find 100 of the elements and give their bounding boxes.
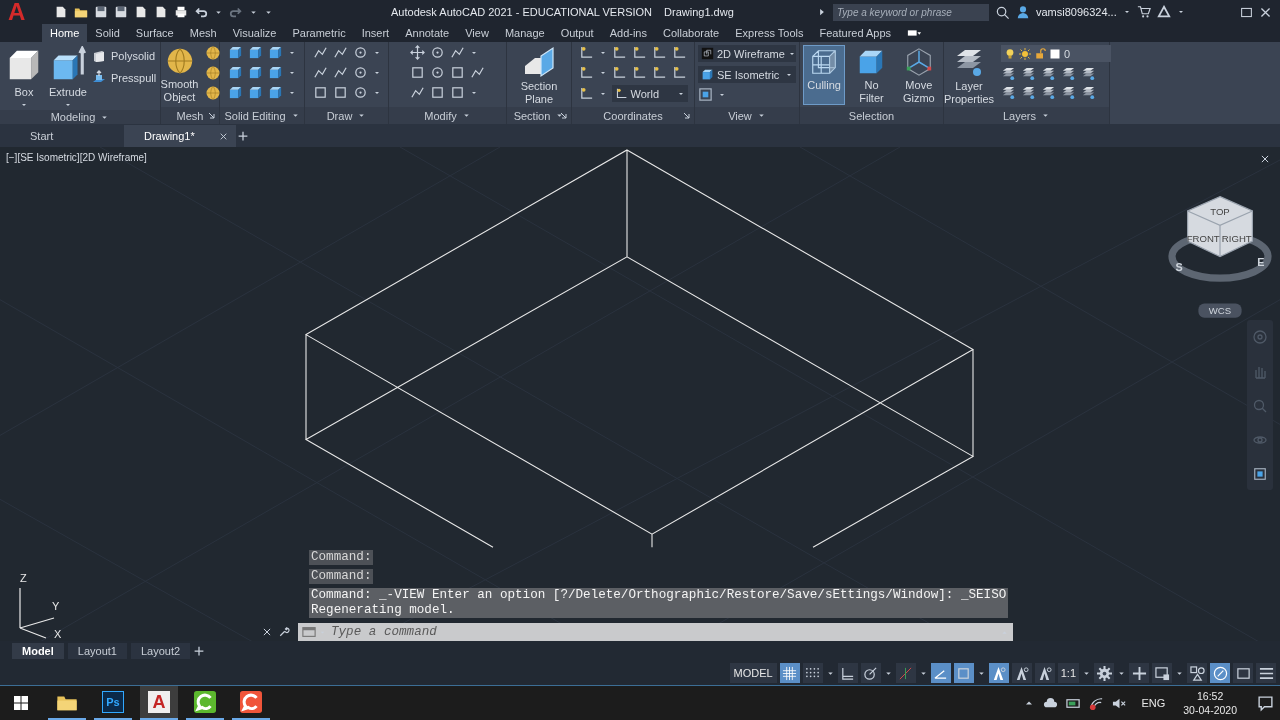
layers-icon[interactable]	[1061, 85, 1077, 100]
command-bar[interactable]: Type a command	[298, 623, 1013, 641]
ribbon-tab[interactable]: Collaborate	[654, 24, 728, 42]
layout-tab[interactable]: Layout2	[130, 643, 191, 659]
cube-icon[interactable]	[268, 65, 283, 80]
polyline-icon[interactable]	[470, 65, 485, 80]
layers-icon[interactable]	[1021, 66, 1037, 81]
color-swatch-icon[interactable]	[1049, 47, 1062, 60]
language-indicator[interactable]: ENG	[1141, 697, 1166, 709]
layer-dropdown[interactable]: 0	[1001, 45, 1112, 62]
cube-icon[interactable]	[228, 65, 243, 80]
camtasia-icon[interactable]	[194, 691, 216, 713]
viewport-icon[interactable]	[698, 87, 713, 102]
plus-icon[interactable]	[194, 646, 205, 656]
ribbon-button[interactable]: Move Gizmo	[897, 45, 940, 105]
axes-icon[interactable]	[614, 87, 628, 100]
ribbon-tab[interactable]: Parametric	[284, 24, 354, 42]
lock-icon[interactable]	[1034, 47, 1047, 60]
circle-icon[interactable]	[352, 65, 368, 80]
square-icon[interactable]	[450, 65, 465, 80]
search-field[interactable]: Type a keyword or phrase	[833, 3, 989, 21]
circle-icon[interactable]	[430, 65, 445, 80]
cube-icon[interactable]	[228, 45, 243, 60]
user-name[interactable]: vamsi8096324...	[1036, 6, 1117, 18]
ribbon-button[interactable]: Presspull	[91, 70, 157, 86]
document-icon[interactable]	[54, 5, 68, 19]
clock-time[interactable]: 16:52	[1197, 689, 1224, 703]
layers-icon[interactable]	[1021, 85, 1037, 100]
sphere-icon[interactable]	[205, 65, 222, 81]
undo-icon[interactable]	[194, 5, 208, 19]
document-icon[interactable]	[154, 5, 168, 19]
ribbon-button[interactable]: Polysolid	[91, 48, 157, 64]
cube-face-label[interactable]: RIGHT	[1221, 233, 1252, 245]
ribbon-tab[interactable]: Manage	[496, 24, 553, 42]
redo-icon[interactable]	[229, 5, 243, 19]
ribbon-tab[interactable]: Annotate	[397, 24, 458, 42]
ribbon-tab[interactable]: Express Tools	[727, 24, 812, 42]
ribbon-button[interactable]: Box	[3, 45, 45, 110]
command-input[interactable]: Type a command	[329, 624, 997, 640]
plus-icon[interactable]	[238, 131, 248, 141]
network-icon[interactable]	[1089, 695, 1105, 711]
cube-icon[interactable]	[248, 85, 263, 100]
console-icon[interactable]	[302, 625, 316, 639]
windows-icon[interactable]	[13, 695, 29, 711]
axes-icon[interactable]	[631, 65, 647, 80]
cart-icon[interactable]	[1136, 5, 1151, 19]
axes-icon[interactable]	[578, 65, 594, 80]
save-icon[interactable]	[94, 5, 108, 19]
annotation-scale-button[interactable]: 1:1	[1057, 663, 1079, 683]
search-icon[interactable]	[995, 4, 1010, 20]
notification-icon[interactable]	[1257, 694, 1274, 712]
cube-face-label[interactable]: TOP	[1210, 205, 1230, 217]
ribbon-tab[interactable]: Surface	[127, 24, 182, 42]
taskbar-app[interactable]: Ps	[94, 686, 132, 720]
clock-date[interactable]: 30-04-2020	[1183, 703, 1237, 717]
circle-icon[interactable]	[352, 85, 368, 100]
axes-icon[interactable]	[631, 45, 647, 60]
cube-icon[interactable]	[268, 45, 283, 60]
taskbar-app[interactable]: A	[140, 686, 178, 720]
user-icon[interactable]	[1016, 5, 1030, 19]
axes-icon[interactable]	[671, 45, 687, 60]
printer-icon[interactable]	[174, 5, 188, 19]
ribbon-button[interactable]: Culling	[803, 45, 846, 105]
wrench-icon[interactable]	[278, 626, 290, 638]
square-icon[interactable]	[332, 85, 348, 100]
panel-title[interactable]: Coordinates	[603, 109, 663, 122]
launcher-icon[interactable]	[208, 112, 215, 119]
panel-title[interactable]: Draw	[326, 109, 353, 122]
layers-icon[interactable]	[1041, 66, 1057, 81]
viewport-label[interactable]: [−][SE Isometric][2D Wireframe]	[6, 152, 147, 163]
file-tab[interactable]: Drawing1*	[124, 125, 236, 147]
ribbon-button[interactable]: Extrude	[47, 45, 89, 110]
view-dropdown[interactable]: SE Isometric	[698, 66, 796, 83]
layers-icon[interactable]	[1041, 85, 1057, 100]
square-icon[interactable]	[410, 65, 425, 80]
layers-icon[interactable]	[1001, 85, 1017, 100]
cube-icon[interactable]	[248, 65, 263, 80]
file-tab[interactable]: Start	[10, 125, 122, 147]
ribbon-button[interactable]: Smooth Object	[158, 45, 201, 105]
polyline-icon[interactable]	[312, 45, 328, 60]
close-icon[interactable]	[262, 627, 272, 637]
camtasia-icon[interactable]	[240, 691, 262, 713]
panel-title[interactable]: Layers	[1003, 109, 1036, 122]
viewcube-drawing[interactable]	[1168, 195, 1272, 318]
panel-title[interactable]: Mesh	[176, 109, 204, 122]
layers-icon[interactable]	[1061, 66, 1077, 81]
save-icon[interactable]	[114, 5, 128, 19]
plane-icon[interactable]	[523, 46, 555, 78]
close-icon[interactable]	[219, 131, 228, 141]
axes-icon[interactable]	[611, 65, 627, 80]
panel-title[interactable]: Modify	[424, 109, 457, 122]
polyline-icon[interactable]	[410, 85, 425, 100]
ribbon-tab[interactable]: Insert	[353, 24, 398, 42]
launcher-icon[interactable]	[560, 112, 567, 119]
panel-title[interactable]: View	[728, 109, 752, 122]
sphere-icon[interactable]	[205, 85, 222, 101]
cube-face-label[interactable]: FRONT	[1186, 233, 1220, 245]
drawing-canvas[interactable]	[0, 147, 1280, 641]
ribbon-tab[interactable]: Visualize	[224, 24, 285, 42]
layers-icon[interactable]	[1081, 85, 1097, 100]
